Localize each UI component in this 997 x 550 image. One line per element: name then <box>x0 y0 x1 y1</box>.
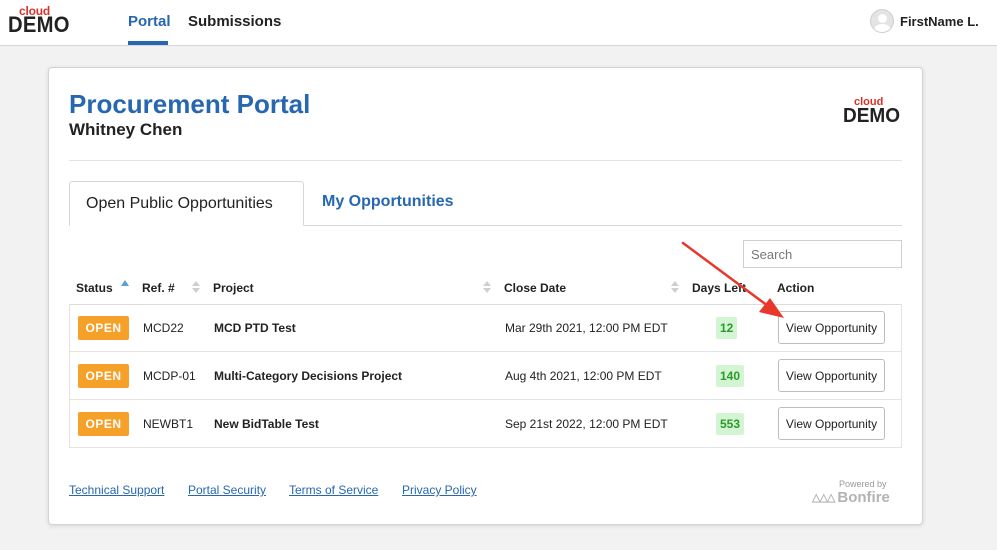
powered-by-label: Powered by <box>839 479 887 489</box>
table-row: OPEN MCDP-01 Multi-Category Decisions Pr… <box>70 352 901 400</box>
tab-my-opportunities[interactable]: My Opportunities <box>322 193 454 211</box>
column-header-close-date[interactable]: Close Date <box>504 281 566 295</box>
page-title: Procurement Portal <box>69 89 311 119</box>
bonfire-flame-icon: △△△ <box>812 492 835 504</box>
days-left-badge: 12 <box>716 317 738 339</box>
opportunities-table-body: OPEN MCD22 MCD PTD Test Mar 29th 2021, 1… <box>69 304 902 448</box>
footer-link-technical-support[interactable]: Technical Support <box>69 483 164 497</box>
org-logo-demo-text: DEMO <box>843 105 900 127</box>
status-badge: OPEN <box>78 316 129 340</box>
ref-number: MCD22 <box>143 321 184 335</box>
search-input[interactable] <box>743 240 902 268</box>
view-opportunity-button[interactable]: View Opportunity <box>778 311 885 344</box>
column-header-project[interactable]: Project <box>213 281 254 295</box>
project-name: New BidTable Test <box>214 417 319 431</box>
table-row: OPEN NEWBT1 New BidTable Test Sep 21st 2… <box>70 400 901 448</box>
footer-link-portal-security[interactable]: Portal Security <box>188 483 266 497</box>
footer-link-terms-of-service[interactable]: Terms of Service <box>289 483 378 497</box>
header-divider <box>69 160 902 161</box>
ref-number: NEWBT1 <box>143 417 194 431</box>
view-opportunity-button[interactable]: View Opportunity <box>778 359 885 392</box>
close-date: Aug 4th 2021, 12:00 PM EDT <box>505 369 662 383</box>
status-badge: OPEN <box>78 364 129 388</box>
column-header-action: Action <box>777 281 815 295</box>
sort-ascending-icon[interactable] <box>121 280 129 286</box>
project-name: Multi-Category Decisions Project <box>214 369 403 383</box>
portal-card: Procurement Portal Whitney Chen cloud DE… <box>48 67 923 525</box>
cloud-demo-logo[interactable]: cloud DEMO <box>7 4 70 37</box>
bonfire-logo[interactable]: △△△ Bonfire <box>812 489 890 506</box>
tab-open-public-opportunities[interactable]: Open Public Opportunities <box>69 181 304 226</box>
nav-portal-active-indicator <box>128 41 168 45</box>
view-opportunity-button[interactable]: View Opportunity <box>778 407 885 440</box>
close-date: Sep 21st 2022, 12:00 PM EDT <box>505 417 668 431</box>
status-badge: OPEN <box>78 412 129 436</box>
days-left-badge: 140 <box>716 365 745 387</box>
avatar <box>870 9 894 33</box>
column-header-status[interactable]: Status <box>76 281 113 295</box>
organization-logo: cloud DEMO <box>841 96 903 130</box>
column-header-ref[interactable]: Ref. # <box>142 281 175 295</box>
page-subtitle: Whitney Chen <box>69 120 183 139</box>
column-header-days-left[interactable]: Days Left <box>692 281 746 295</box>
sort-icon[interactable] <box>192 280 200 294</box>
project-name: MCD PTD Test <box>214 321 296 335</box>
nav-portal[interactable]: Portal <box>128 13 171 30</box>
sort-icon[interactable] <box>671 280 679 294</box>
logo-demo-text: DEMO <box>8 12 70 37</box>
bonfire-brand-text: Bonfire <box>837 489 890 506</box>
close-date: Mar 29th 2021, 12:00 PM EDT <box>505 321 668 335</box>
ref-number: MCDP-01 <box>143 369 196 383</box>
nav-submissions[interactable]: Submissions <box>188 13 281 30</box>
sort-icon[interactable] <box>483 280 491 294</box>
footer-link-privacy-policy[interactable]: Privacy Policy <box>402 483 477 497</box>
table-row: OPEN MCD22 MCD PTD Test Mar 29th 2021, 1… <box>70 304 901 352</box>
user-name: FirstName L. <box>900 13 979 29</box>
top-navigation-bar: cloud DEMO Portal Submissions FirstName … <box>0 0 997 46</box>
days-left-badge: 553 <box>716 413 745 435</box>
user-menu[interactable]: FirstName L. <box>870 9 979 33</box>
